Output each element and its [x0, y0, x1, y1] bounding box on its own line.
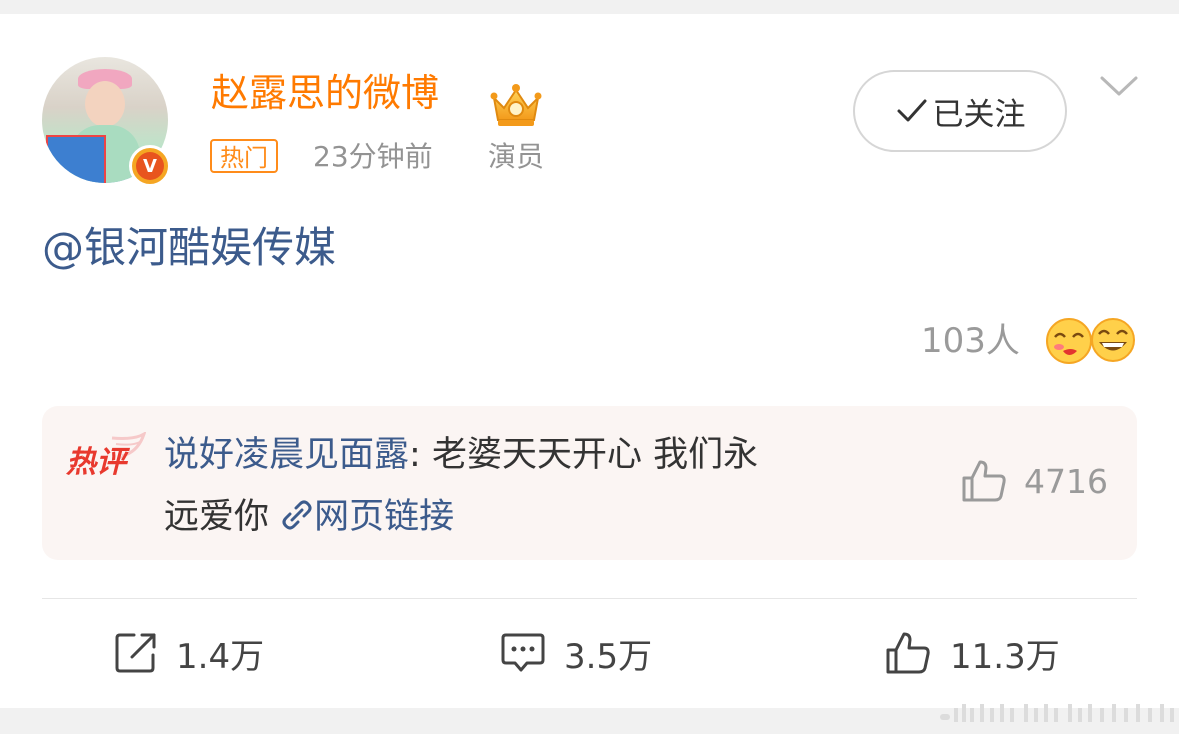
comment-body-2: 远爱你	[164, 497, 281, 537]
comment-body-1: 老婆天天开心 我们永	[431, 435, 759, 475]
verified-v-icon: V	[129, 145, 171, 187]
weibo-post-card: V 赵露思的微博 热门 23分钟前 演员 已关注 @银河酷娱传媒 103人 热评…	[0, 14, 1179, 708]
hot-comment-text: 说好凌晨见面露: 老婆天天开心 我们永 远爱你 网页链接	[164, 424, 924, 548]
grinning-emoji-icon	[1091, 318, 1135, 362]
check-icon	[897, 99, 926, 122]
svg-text:热评: 热评	[66, 445, 131, 480]
hot-review-label: 热评	[66, 432, 146, 480]
thumbs-up-icon	[886, 632, 930, 674]
watermark	[940, 704, 1174, 722]
comment-icon	[501, 633, 545, 672]
hot-tag: 热门	[210, 139, 278, 173]
user-role: 演员	[488, 140, 545, 173]
post-content[interactable]: @银河酷娱传媒	[42, 220, 336, 276]
hot-comment-like-count: 4716	[1024, 461, 1108, 501]
follow-label: 已关注	[932, 96, 1026, 133]
hot-comment-box[interactable]: 热评 说好凌晨见面露: 老婆天天开心 我们永 远爱你 网页链接 4716	[42, 406, 1137, 560]
thumbs-up-icon	[962, 460, 1006, 502]
divider	[42, 598, 1137, 599]
repost-button[interactable]: 1.4万	[114, 626, 264, 680]
reactions-count[interactable]: 103人	[921, 316, 1020, 366]
like-button[interactable]: 11.3万	[884, 626, 1060, 680]
username[interactable]: 赵露思的微博	[211, 68, 439, 118]
hot-comment-like-button[interactable]: 4716	[960, 458, 1108, 504]
kissing-emoji-icon	[1046, 318, 1092, 364]
comment-button[interactable]: 3.5万	[500, 626, 652, 680]
repost-icon	[115, 633, 156, 673]
crown-icon	[490, 84, 542, 126]
commenter-name[interactable]: 说好凌晨见面露	[164, 435, 409, 475]
post-time: 23分钟前	[313, 140, 433, 173]
web-link-label: 网页链接	[314, 497, 455, 537]
web-link[interactable]: 网页链接	[280, 497, 454, 537]
comment-count: 3.5万	[564, 636, 653, 677]
chevron-down-icon[interactable]	[1098, 72, 1140, 100]
follow-button[interactable]: 已关注	[853, 70, 1067, 152]
like-count: 11.3万	[950, 636, 1060, 677]
comment-separator: :	[409, 435, 432, 475]
link-icon	[282, 500, 312, 530]
repost-count: 1.4万	[176, 636, 265, 677]
